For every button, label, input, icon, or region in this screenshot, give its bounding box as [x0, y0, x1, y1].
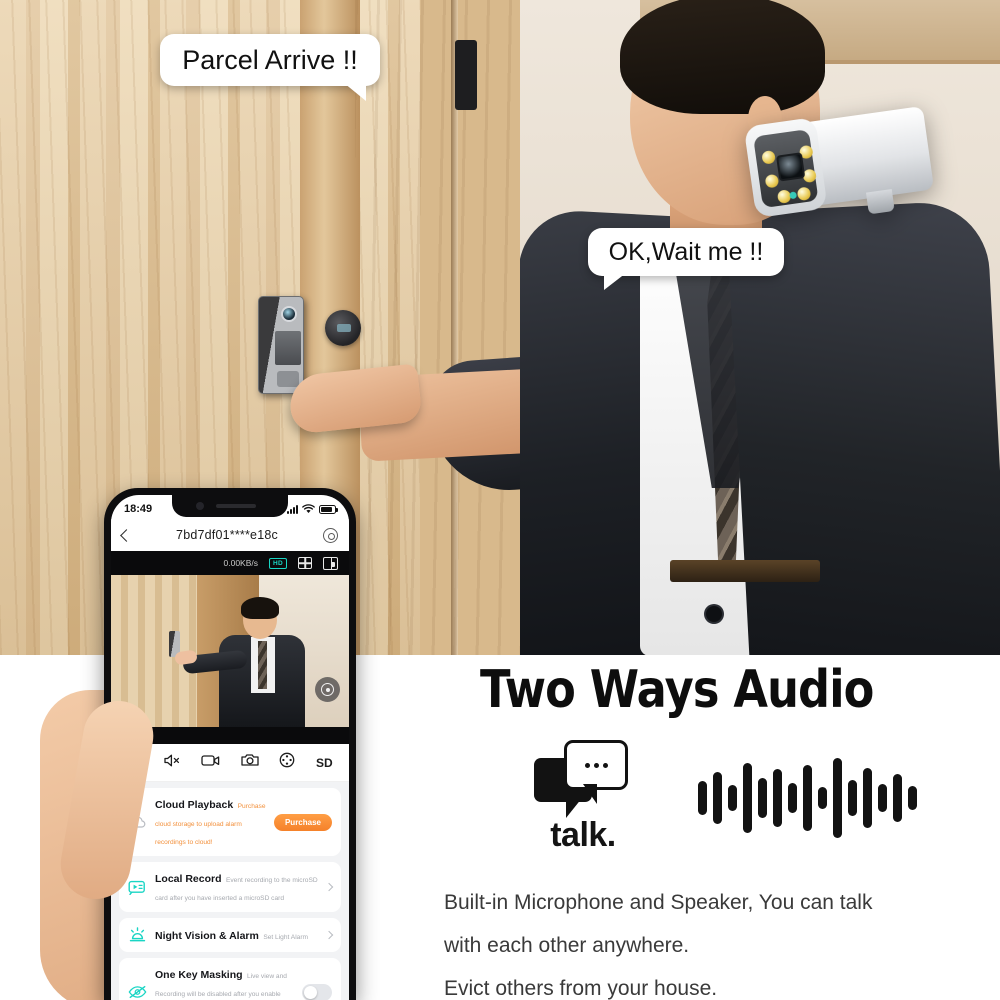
feature-line-1: Built-in Microphone and Speaker, You can… [444, 891, 873, 914]
waveform-bar [713, 771, 722, 824]
camera-indicator-light [789, 191, 798, 200]
setting-night-vision-alarm[interactable]: Night Vision & Alarm Set Light Alarm [119, 918, 341, 952]
ptz-direction-icon[interactable] [279, 752, 295, 773]
split-view-icon[interactable] [323, 556, 338, 570]
camera-lens [775, 152, 806, 182]
device-id-title: 7bd7df01****e18c [176, 528, 278, 542]
status-time: 18:49 [124, 502, 153, 515]
setting-cloud-playback[interactable]: Cloud Playback Purchase cloud storage to… [119, 788, 341, 856]
chat-bubbles-icon [534, 740, 630, 818]
camera-led [796, 186, 812, 202]
setting-one-key-masking[interactable]: One Key Masking Live view and Recording … [119, 958, 341, 1000]
belt [670, 560, 820, 582]
doorbell-button [277, 371, 299, 387]
door-lock [325, 310, 361, 346]
doorbell-screen [275, 331, 301, 365]
eye-slash-icon [128, 983, 147, 1000]
feed-person-tie [258, 641, 267, 689]
live-video-feed[interactable] [111, 575, 349, 727]
setting-text: Cloud Playback Purchase cloud storage to… [155, 795, 266, 849]
battery-icon [319, 504, 338, 514]
waveform-bar [878, 783, 887, 812]
video-record-icon[interactable] [201, 754, 220, 772]
waveform-bar [773, 768, 782, 827]
feature-title: Two Ways Audio [480, 660, 874, 720]
video-doorbell [258, 296, 304, 394]
setting-subtitle: Set Light Alarm [263, 934, 309, 941]
waveform-bar [863, 767, 872, 828]
chevron-right-icon[interactable] [324, 882, 334, 892]
feed-person-hair [241, 597, 279, 619]
waveform-bar [908, 785, 917, 810]
snapshot-camera-icon[interactable] [241, 753, 259, 772]
waveform-bar [698, 780, 707, 815]
waveform-bar [818, 786, 827, 809]
man-in-suit [520, 0, 1000, 655]
camera-faceplate [753, 129, 819, 209]
camera-front [743, 117, 828, 219]
feature-section: Two Ways Audio talk. Built-in Microphone… [440, 660, 1000, 1000]
speech-bubble-ok-text: OK,Wait me !! [608, 237, 764, 266]
setting-text: Night Vision & Alarm Set Light Alarm [155, 926, 318, 944]
waveform-bar [728, 784, 737, 811]
signal-bars-icon [287, 504, 298, 514]
status-indicators [287, 503, 338, 514]
setting-title: Cloud Playback [155, 799, 234, 811]
quality-badge[interactable]: HD [269, 557, 287, 569]
talk-label: talk. [550, 816, 616, 854]
bitrate-label: 0.00KB/s [223, 558, 259, 568]
talk-icon-group: talk. [534, 740, 632, 855]
waveform-bar [758, 777, 767, 818]
camera-led [764, 173, 780, 189]
gear-icon[interactable] [323, 527, 338, 543]
chat-bubble-front [564, 740, 628, 804]
video-toolbar: 0.00KB/s HD [111, 551, 349, 575]
quality-sd-label[interactable]: SD [316, 756, 333, 770]
setting-title: One Key Masking [155, 969, 243, 981]
camera-led [761, 150, 776, 165]
speaker-mute-icon[interactable] [163, 753, 181, 773]
waveform-bar [893, 773, 902, 822]
waveform-bar [848, 779, 857, 816]
app-header: 7bd7df01****e18c [111, 519, 349, 551]
speech-bubble-parcel-text: Parcel Arrive !! [182, 44, 358, 75]
alarm-light-icon [128, 926, 147, 945]
waveform-bar [803, 764, 812, 831]
grid-view-icon[interactable] [298, 557, 312, 569]
waveform-bar [743, 762, 752, 833]
audio-waveform-icon [698, 757, 917, 838]
wifi-icon [302, 503, 315, 513]
doorbell-camera-lens [281, 306, 297, 322]
one-key-masking-toggle[interactable] [302, 983, 332, 1000]
setting-text: Local Record Event recording to the micr… [155, 869, 318, 905]
camera-mount [865, 189, 895, 215]
purchase-button[interactable]: Purchase [273, 813, 332, 831]
jacket-button [706, 606, 722, 622]
feature-line-2: with each other anywhere. [444, 934, 690, 958]
feature-line-3: Evict others from your house. [444, 977, 718, 1000]
feature-icon-row: talk. [534, 740, 1000, 855]
speech-bubble-ok: OK,Wait me !! [588, 228, 784, 290]
settings-list: Cloud Playback Purchase cloud storage to… [111, 782, 349, 1000]
status-bar: 18:49 [111, 495, 349, 519]
door-hinge [455, 40, 477, 110]
waveform-bar [788, 782, 797, 813]
waveform-bar [833, 757, 842, 838]
feature-description: Built-in Microphone and Speaker, You can… [444, 881, 1000, 1000]
setting-title: Night Vision & Alarm [155, 930, 259, 942]
hair [620, 0, 825, 114]
chevron-left-icon[interactable] [120, 528, 133, 542]
setting-title: Local Record [155, 873, 222, 885]
setting-local-record[interactable]: Local Record Event recording to the micr… [119, 862, 341, 912]
chevron-right-icon[interactable] [324, 930, 334, 940]
speech-bubble-parcel: Parcel Arrive !! [160, 34, 380, 101]
setting-text: One Key Masking Live view and Recording … [155, 965, 294, 1000]
local-record-icon [128, 878, 147, 897]
ptz-control-icon[interactable] [315, 677, 340, 702]
